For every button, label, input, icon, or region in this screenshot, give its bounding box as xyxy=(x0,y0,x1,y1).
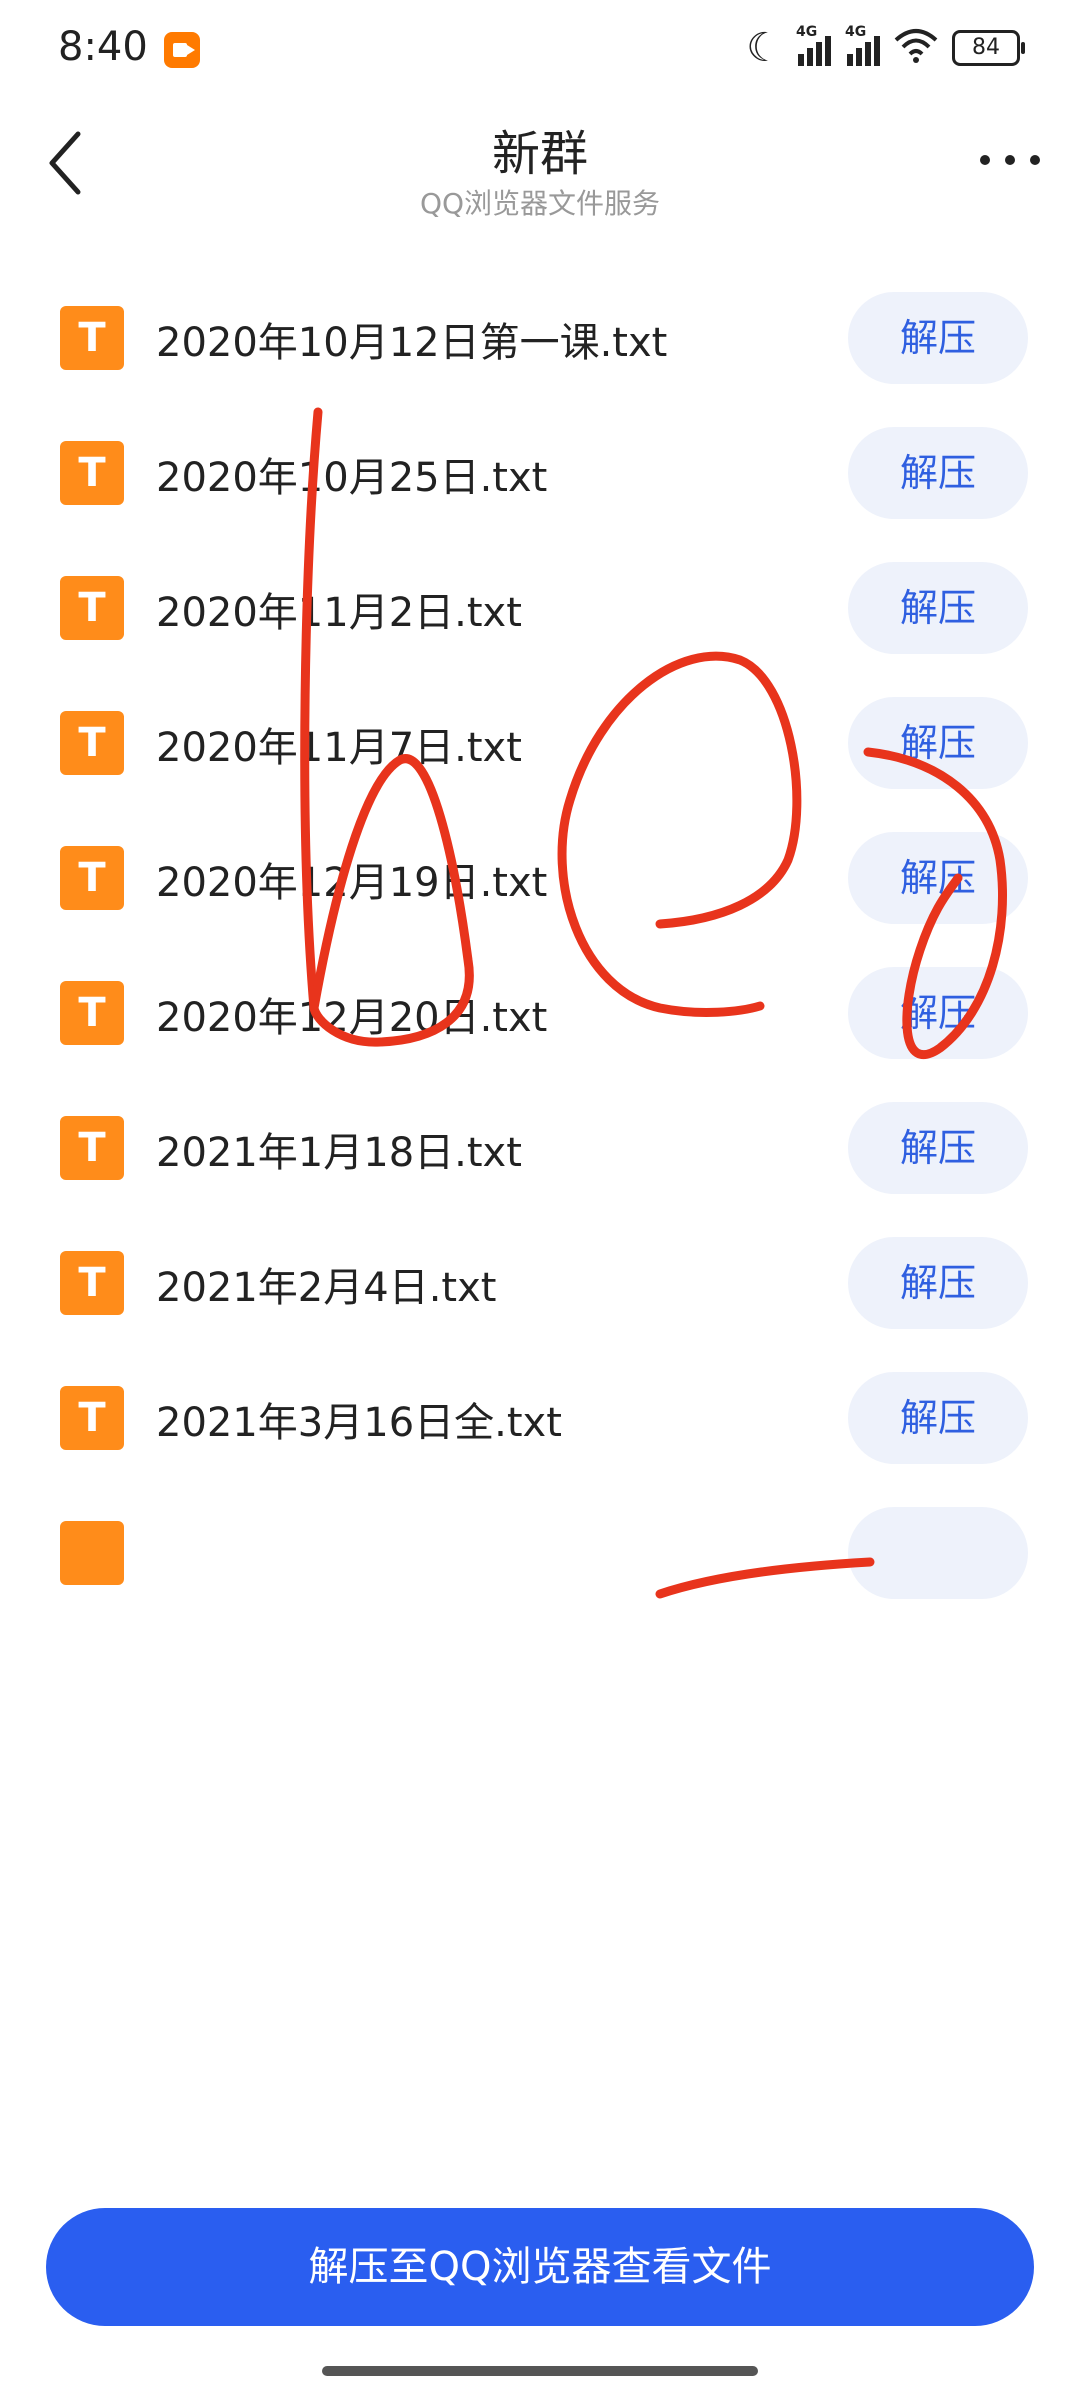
wifi-icon xyxy=(894,28,938,68)
unzip-button[interactable]: 解压 xyxy=(848,562,1028,654)
list-item[interactable]: T 2020年10月12日第一课.txt 解压 xyxy=(0,268,1080,388)
txt-file-icon xyxy=(60,1521,124,1585)
list-item[interactable]: T 2021年1月18日.txt 解压 xyxy=(0,1078,1080,1198)
txt-file-icon: T xyxy=(60,1116,124,1180)
home-indicator[interactable] xyxy=(322,2366,758,2376)
file-name: 2020年12月20日.txt xyxy=(156,995,548,1041)
list-item[interactable]: T 2020年11月2日.txt 解压 xyxy=(0,538,1080,658)
battery-icon: 84 xyxy=(952,30,1025,66)
file-list[interactable]: T 2020年10月12日第一课.txt 解压 T 2020年10月25日.tx… xyxy=(0,262,1080,2178)
txt-file-icon: T xyxy=(60,981,124,1045)
txt-file-icon: T xyxy=(60,711,124,775)
txt-file-icon: T xyxy=(60,306,124,370)
txt-file-icon: T xyxy=(60,846,124,910)
list-item[interactable]: T 2020年12月19日.txt 解压 xyxy=(0,808,1080,928)
txt-file-icon: T xyxy=(60,576,124,640)
file-name: 2020年11月2日.txt xyxy=(156,590,522,636)
list-item[interactable]: T 2021年2月4日.txt 解压 xyxy=(0,1213,1080,1333)
file-name: 2020年10月25日.txt xyxy=(156,455,548,501)
file-name: 2020年12月19日.txt xyxy=(156,860,548,906)
status-time: 8:40 xyxy=(58,24,148,70)
unzip-button[interactable]: 解压 xyxy=(848,697,1028,789)
unzip-button[interactable]: 解压 xyxy=(848,292,1028,384)
status-icons: ☾ 4G 4G 84 xyxy=(746,24,1025,71)
txt-file-icon: T xyxy=(60,441,124,505)
unzip-button[interactable]: 解压 xyxy=(848,1237,1028,1329)
list-item[interactable]: T 2020年12月20日.txt 解压 xyxy=(0,943,1080,1063)
file-name: 2020年10月12日第一课.txt xyxy=(156,320,668,366)
unzip-button[interactable]: 解压 xyxy=(848,967,1028,1059)
status-bar: 8:40 ☾ 4G 4G 84 xyxy=(0,0,1080,110)
unzip-button[interactable]: 解压 xyxy=(848,832,1028,924)
file-name: 2021年3月16日全.txt xyxy=(156,1400,562,1446)
list-item[interactable]: T 2020年10月25日.txt 解压 xyxy=(0,403,1080,523)
page-subtitle: QQ浏览器文件服务 xyxy=(419,187,661,220)
screen-record-icon xyxy=(164,32,200,68)
file-name: 2021年1月18日.txt xyxy=(156,1130,522,1176)
file-name: 2020年11月7日.txt xyxy=(156,725,522,771)
unzip-button[interactable]: 解压 xyxy=(848,1102,1028,1194)
page-title: 新群 xyxy=(491,126,588,182)
more-options-button[interactable] xyxy=(980,150,1040,170)
list-item[interactable]: T 2021年3月16日全.txt 解压 xyxy=(0,1348,1080,1468)
more-dots-icon xyxy=(980,155,990,165)
list-item-partial[interactable] xyxy=(0,1483,1080,1603)
unzip-button[interactable]: 解压 xyxy=(848,427,1028,519)
list-item[interactable]: T 2020年11月7日.txt 解压 xyxy=(0,673,1080,793)
txt-file-icon: T xyxy=(60,1251,124,1315)
unzip-button[interactable]: 解压 xyxy=(848,1372,1028,1464)
signal-icon: 4G xyxy=(796,24,831,66)
moon-icon: ☾ xyxy=(746,25,782,71)
txt-file-icon: T xyxy=(60,1386,124,1450)
file-name: 2021年2月4日.txt xyxy=(156,1265,497,1311)
unzip-button[interactable] xyxy=(848,1507,1028,1599)
unzip-to-qq-browser-button[interactable]: 解压至QQ浏览器查看文件 xyxy=(46,2208,1034,2326)
signal-icon: 4G xyxy=(845,24,880,66)
